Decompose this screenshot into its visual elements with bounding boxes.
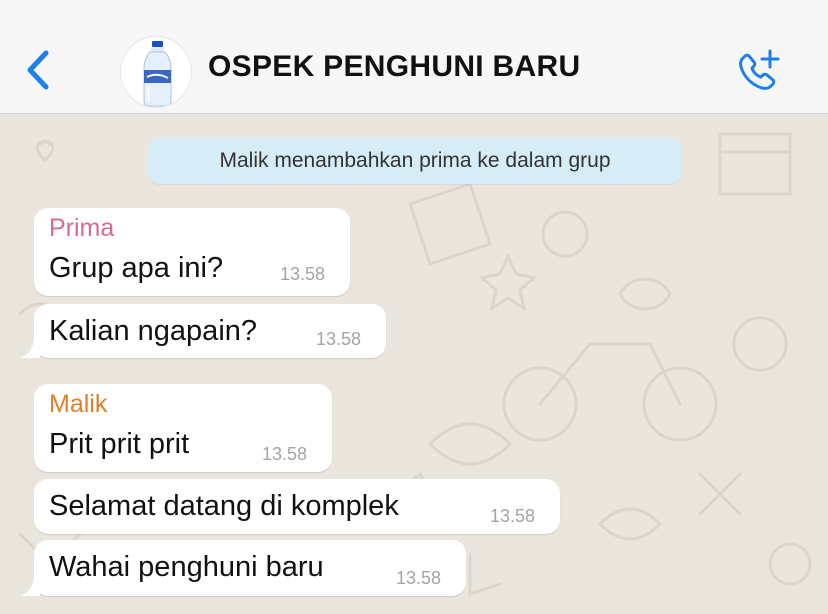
water-bottle-icon (143, 41, 172, 107)
message-text: Grup apa ini? (49, 252, 224, 284)
back-button[interactable] (18, 46, 58, 94)
add-call-button[interactable] (730, 46, 786, 96)
phone-plus-icon (739, 49, 780, 90)
message-time: 13.58 (396, 568, 442, 588)
message-text: Wahai penghuni baru (49, 551, 324, 583)
chevron-left-icon (27, 50, 49, 90)
message-bubble[interactable]: Selamat datang di komplek 13.58 (34, 479, 560, 534)
message-time: 13.58 (490, 506, 536, 526)
bubble-tail (20, 578, 40, 596)
message-time: 13.58 (280, 264, 326, 284)
avatar[interactable] (120, 36, 192, 108)
chat-area[interactable]: Malik menambahkan prima ke dalam grup Pr… (0, 114, 828, 614)
sender-name: Malik (49, 390, 108, 418)
message-bubble[interactable]: Kalian ngapain? 13.58 (34, 304, 386, 358)
message-time: 13.58 (262, 444, 308, 464)
message-time: 13.58 (316, 329, 362, 349)
message-text: Kalian ngapain? (49, 315, 258, 347)
system-notice: Malik menambahkan prima ke dalam grup (148, 138, 682, 184)
message-text: Prit prit prit (49, 428, 190, 460)
wallpaper-pattern (18, 132, 812, 597)
message-bubble[interactable]: Malik Prit prit prit 13.58 (34, 384, 332, 472)
chat-header: OSPEK PENGHUNI BARU (0, 0, 828, 114)
message-text: Selamat datang di komplek (49, 490, 399, 522)
message-bubble[interactable]: Wahai penghuni baru 13.58 (34, 540, 466, 596)
group-title[interactable]: OSPEK PENGHUNI BARU (208, 50, 580, 84)
bubble-tail (20, 340, 40, 358)
message-bubble[interactable]: Prima Grup apa ini? 13.58 (34, 208, 350, 296)
sender-name: Prima (49, 214, 115, 242)
